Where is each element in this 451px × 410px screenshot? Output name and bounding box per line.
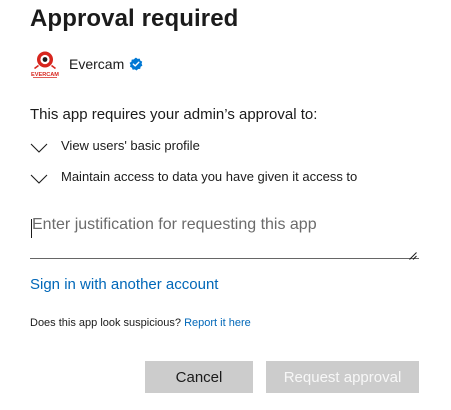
- page-title: Approval required: [30, 5, 239, 32]
- sign-in-another-account-link[interactable]: Sign in with another account: [30, 276, 218, 293]
- app-name: Evercam: [69, 56, 125, 72]
- verified-badge-icon[interactable]: [129, 57, 143, 71]
- suspicious-prefix: Does this app look suspicious?: [30, 317, 185, 329]
- evercam-logo-icon: EVERCAM: [30, 49, 60, 79]
- app-identity: EVERCAM Evercam: [30, 49, 143, 79]
- request-approval-button[interactable]: Request approval: [266, 361, 419, 393]
- suspicious-app-notice: Does this app look suspicious? Report it…: [30, 317, 251, 329]
- app-logo-text: EVERCAM: [31, 72, 59, 78]
- permission-item[interactable]: View users' basic profile: [30, 136, 200, 154]
- text-caret: [31, 219, 32, 238]
- justification-input[interactable]: [30, 208, 419, 252]
- request-approval-label: Request approval: [283, 368, 402, 386]
- chevron-down-icon: [30, 140, 48, 153]
- consent-intro: This app requires your admin’s approval …: [30, 106, 318, 123]
- report-app-link[interactable]: Report it here: [184, 317, 251, 329]
- cancel-button[interactable]: Cancel: [145, 361, 253, 393]
- permission-item[interactable]: Maintain access to data you have given i…: [30, 167, 357, 185]
- permission-label: View users' basic profile: [61, 137, 200, 153]
- chevron-down-icon: [30, 171, 48, 184]
- justification-field-container: [30, 208, 419, 260]
- resize-grip-icon[interactable]: [409, 247, 417, 260]
- permission-label: Maintain access to data you have given i…: [61, 168, 358, 184]
